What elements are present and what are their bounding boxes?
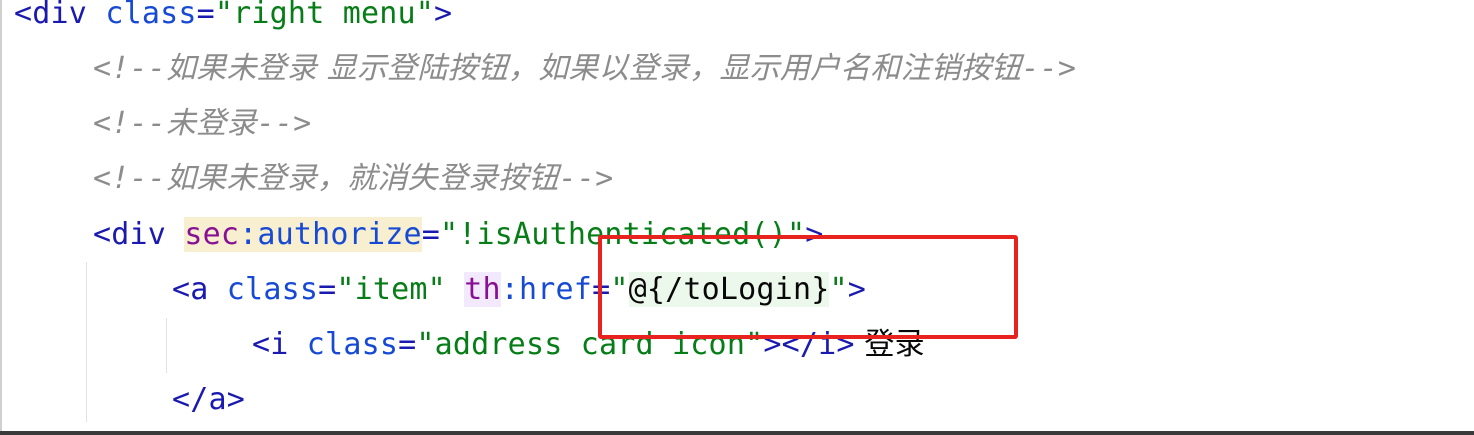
attribute-name: class bbox=[306, 327, 399, 362]
comment-open: <!-- bbox=[93, 106, 167, 141]
tag-close: ></i> bbox=[763, 327, 855, 362]
indent-guide bbox=[86, 262, 87, 422]
code-line-6: <a class="item" th:href="@{/toLogin}"> bbox=[172, 262, 866, 318]
code-line-5: <div sec:authorize="!isAuthenticated()"> bbox=[93, 207, 824, 263]
attribute-colon: : bbox=[239, 217, 258, 252]
comment-text: 未登录 bbox=[166, 106, 257, 141]
code-line-8: </a> bbox=[172, 372, 245, 428]
equals: = bbox=[318, 272, 337, 307]
attribute-value: "right menu" bbox=[214, 0, 435, 31]
attribute-namespace: th bbox=[464, 272, 501, 307]
comment-open: <!-- bbox=[93, 161, 167, 196]
tag-close: > bbox=[805, 217, 824, 252]
comment-close: --> bbox=[558, 161, 614, 196]
thymeleaf-url-expression: @{/toLogin} bbox=[628, 272, 830, 307]
attribute-namespace: sec bbox=[184, 217, 240, 252]
equals: = bbox=[421, 217, 440, 252]
comment-text: 如果未登录 显示登陆按钮，如果以登录，显示用户名和注销按钮 bbox=[166, 51, 1022, 86]
code-editor[interactable]: <div class="right menu"> <!--如果未登录 显示登陆按… bbox=[0, 0, 1474, 435]
code-line-4: <!--如果未登录，就消失登录按钮--> bbox=[93, 151, 613, 207]
bottom-border bbox=[0, 431, 1474, 435]
text-content: 登录 bbox=[854, 327, 925, 362]
attribute-value: "item" bbox=[336, 272, 446, 307]
string-quote: " bbox=[610, 272, 629, 307]
attribute-name: href bbox=[519, 272, 593, 307]
tag-open: <a bbox=[172, 272, 227, 307]
tag-open: <div bbox=[14, 0, 106, 31]
code-line-1: <div class="right menu"> bbox=[14, 0, 452, 42]
code-line-7: <i class="address card icon"></i> 登录 bbox=[252, 317, 925, 373]
tag-close: > bbox=[434, 0, 453, 31]
attribute-name: authorize bbox=[257, 217, 422, 252]
equals: = bbox=[196, 0, 215, 31]
tag-close: > bbox=[847, 272, 867, 307]
comment-close: --> bbox=[256, 106, 312, 141]
tag-closing: </a> bbox=[172, 382, 246, 417]
equals: = bbox=[398, 327, 417, 362]
editor-left-border bbox=[0, 0, 2, 435]
tag-open: <i bbox=[252, 327, 307, 362]
code-line-2: <!--如果未登录 显示登陆按钮，如果以登录，显示用户名和注销按钮--> bbox=[93, 41, 1076, 97]
equals: = bbox=[592, 272, 611, 307]
attribute-name: class bbox=[226, 272, 319, 307]
comment-open: <!-- bbox=[93, 51, 167, 86]
attribute-value: "address card icon" bbox=[416, 327, 764, 362]
comment-close: --> bbox=[1021, 51, 1077, 86]
tag-open: <div bbox=[93, 217, 185, 252]
string-quote: " bbox=[829, 272, 848, 307]
attribute-value: "!isAuthenticated()" bbox=[440, 217, 806, 252]
attribute-colon: : bbox=[500, 272, 520, 307]
code-line-3: <!--未登录--> bbox=[93, 96, 311, 152]
indent-guide bbox=[166, 318, 167, 373]
comment-text: 如果未登录，就消失登录按钮 bbox=[166, 161, 559, 196]
attribute-name: class bbox=[105, 0, 197, 31]
